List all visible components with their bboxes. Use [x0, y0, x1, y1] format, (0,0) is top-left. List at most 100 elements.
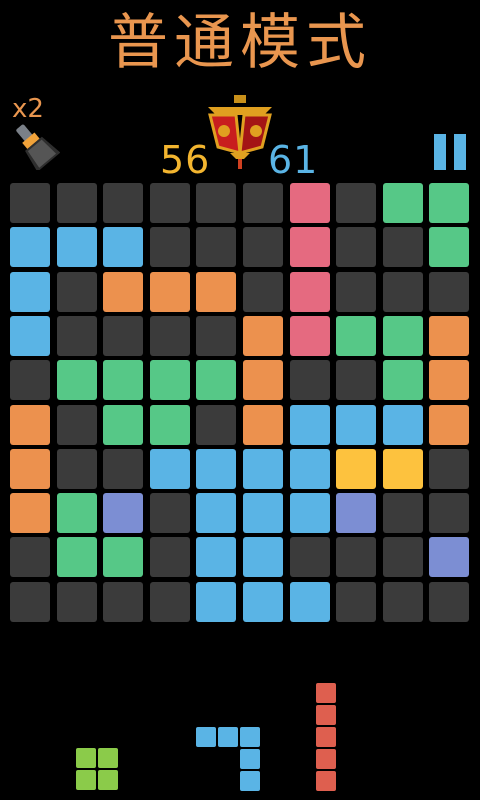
piece-line-5-block[interactable] [316, 705, 336, 725]
board-cell[interactable] [103, 360, 143, 400]
board-cell[interactable] [243, 537, 283, 577]
board-cell[interactable] [150, 227, 190, 267]
board-cell[interactable] [383, 537, 423, 577]
board-cell[interactable] [103, 493, 143, 533]
piece-hook-piece-block[interactable] [240, 727, 260, 747]
board-cell[interactable] [10, 316, 50, 356]
board-cell[interactable] [103, 227, 143, 267]
board-cell[interactable] [429, 360, 469, 400]
board-cell[interactable] [243, 582, 283, 622]
board-cell[interactable] [290, 405, 330, 445]
board-cell[interactable] [336, 405, 376, 445]
board-cell[interactable] [429, 493, 469, 533]
board-cell[interactable] [196, 537, 236, 577]
board-cell[interactable] [150, 360, 190, 400]
board-cell[interactable] [383, 227, 423, 267]
board-cell[interactable] [150, 493, 190, 533]
board-cell[interactable] [336, 360, 376, 400]
board-cell[interactable] [196, 449, 236, 489]
board-cell[interactable] [10, 360, 50, 400]
board-cell[interactable] [10, 449, 50, 489]
board-cell[interactable] [150, 183, 190, 223]
board-cell[interactable] [196, 227, 236, 267]
board-cell[interactable] [290, 537, 330, 577]
board-cell[interactable] [336, 272, 376, 312]
board-cell[interactable] [336, 493, 376, 533]
board-cell[interactable] [336, 582, 376, 622]
board-cell[interactable] [290, 493, 330, 533]
board-cell[interactable] [196, 493, 236, 533]
board-cell[interactable] [429, 316, 469, 356]
piece-hook-piece-block[interactable] [240, 771, 260, 791]
board-cell[interactable] [243, 405, 283, 445]
board-cell[interactable] [290, 582, 330, 622]
board-cell[interactable] [196, 405, 236, 445]
board-cell[interactable] [243, 183, 283, 223]
piece-square-2x2-block[interactable] [76, 770, 96, 790]
board-cell[interactable] [150, 537, 190, 577]
piece-line-5-block[interactable] [316, 771, 336, 791]
board-cell[interactable] [429, 449, 469, 489]
board-cell[interactable] [336, 183, 376, 223]
board-cell[interactable] [10, 227, 50, 267]
board-cell[interactable] [290, 227, 330, 267]
board-cell[interactable] [103, 316, 143, 356]
piece-hook-piece-block[interactable] [196, 727, 216, 747]
piece-line-5-block[interactable] [316, 683, 336, 703]
board-cell[interactable] [103, 183, 143, 223]
board-cell[interactable] [57, 537, 97, 577]
board-cell[interactable] [383, 582, 423, 622]
board-cell[interactable] [290, 316, 330, 356]
board-cell[interactable] [57, 360, 97, 400]
board-cell[interactable] [336, 227, 376, 267]
board-cell[interactable] [429, 537, 469, 577]
board-cell[interactable] [290, 272, 330, 312]
board-cell[interactable] [243, 316, 283, 356]
board-cell[interactable] [103, 582, 143, 622]
board-cell[interactable] [196, 582, 236, 622]
board-cell[interactable] [57, 405, 97, 445]
board-cell[interactable] [243, 449, 283, 489]
board-cell[interactable] [103, 537, 143, 577]
board-cell[interactable] [243, 272, 283, 312]
board-cell[interactable] [243, 227, 283, 267]
board-cell[interactable] [290, 449, 330, 489]
piece-line-5-block[interactable] [316, 749, 336, 769]
board-cell[interactable] [383, 493, 423, 533]
board-cell[interactable] [383, 360, 423, 400]
pause-button[interactable] [432, 134, 472, 170]
board-cell[interactable] [10, 183, 50, 223]
board-cell[interactable] [383, 183, 423, 223]
board-cell[interactable] [336, 449, 376, 489]
board-cell[interactable] [10, 493, 50, 533]
board-cell[interactable] [336, 316, 376, 356]
board-cell[interactable] [150, 582, 190, 622]
board-cell[interactable] [57, 183, 97, 223]
board-cell[interactable] [383, 272, 423, 312]
board-cell[interactable] [196, 183, 236, 223]
board-cell[interactable] [57, 316, 97, 356]
board-cell[interactable] [196, 360, 236, 400]
board-cell[interactable] [103, 272, 143, 312]
board-cell[interactable] [336, 537, 376, 577]
board-cell[interactable] [429, 405, 469, 445]
board-cell[interactable] [10, 582, 50, 622]
board-cell[interactable] [429, 183, 469, 223]
board-cell[interactable] [57, 227, 97, 267]
board-cell[interactable] [196, 316, 236, 356]
board-cell[interactable] [10, 537, 50, 577]
piece-square-2x2-block[interactable] [98, 748, 118, 768]
board-cell[interactable] [243, 360, 283, 400]
board-cell[interactable] [57, 493, 97, 533]
piece-hook-piece-block[interactable] [218, 727, 238, 747]
board-cell[interactable] [383, 449, 423, 489]
board-cell[interactable] [383, 316, 423, 356]
board-cell[interactable] [10, 405, 50, 445]
board-cell[interactable] [57, 449, 97, 489]
board-cell[interactable] [290, 183, 330, 223]
board-cell[interactable] [57, 272, 97, 312]
board-cell[interactable] [150, 316, 190, 356]
piece-line-5-block[interactable] [316, 727, 336, 747]
board-cell[interactable] [103, 405, 143, 445]
board-cell[interactable] [150, 405, 190, 445]
